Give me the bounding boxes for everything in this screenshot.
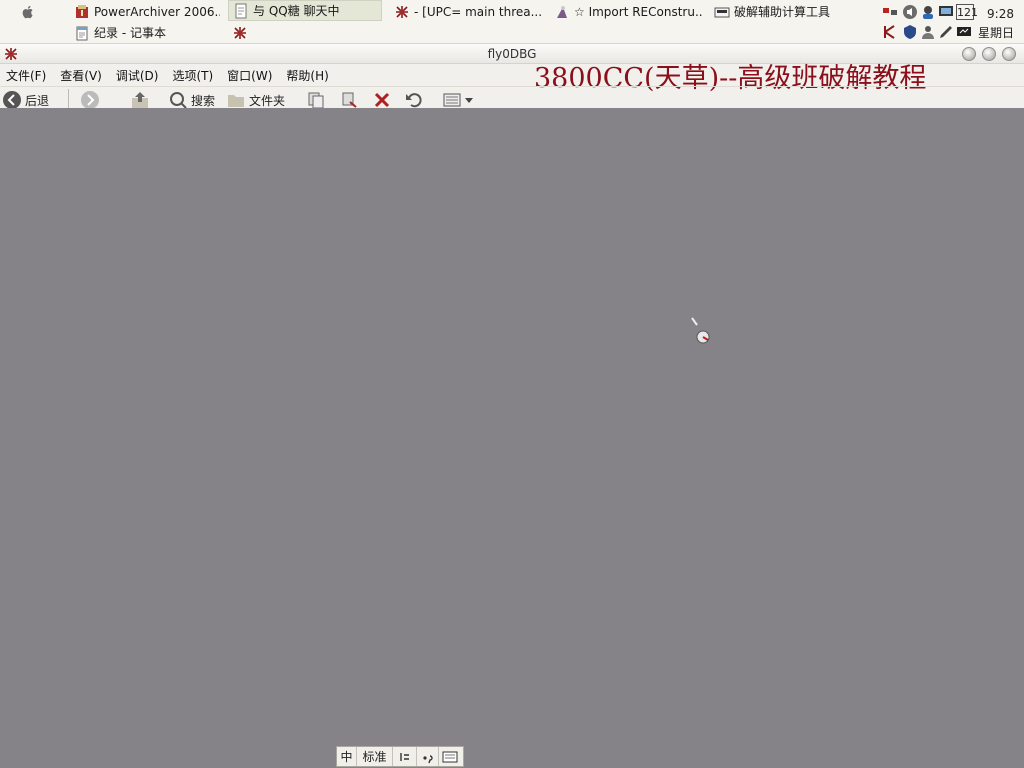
menu-view[interactable]: 查看(V) — [60, 67, 102, 84]
top-taskbar: PowerArchiver 2006... 与 QQ糖 聊天中 - [UPC= … — [0, 0, 1024, 44]
ime-width-toggle[interactable] — [393, 747, 417, 766]
ime-mode[interactable]: 标准 — [357, 747, 393, 766]
chevron-down-icon — [465, 98, 473, 103]
archive-icon — [76, 4, 88, 18]
chat-window-icon — [235, 3, 247, 18]
back-button[interactable]: 后退 — [2, 89, 49, 108]
menu-file[interactable]: 文件(F) — [6, 67, 46, 84]
user-icon[interactable] — [920, 24, 936, 40]
up-button[interactable] — [130, 89, 153, 108]
views-button[interactable] — [442, 89, 473, 108]
close-button[interactable] — [1002, 47, 1016, 61]
network-icon[interactable] — [882, 4, 898, 20]
move-to-button[interactable] — [340, 89, 363, 108]
copy-to-button[interactable] — [306, 89, 329, 108]
forward-button[interactable] — [80, 89, 103, 108]
task-label: ☆ Import REConstru... — [574, 4, 702, 19]
shield-icon[interactable] — [902, 24, 918, 40]
move-to-icon — [342, 92, 357, 108]
minimize-button[interactable] — [962, 47, 976, 61]
menu-window[interactable]: 窗口(W) — [227, 67, 272, 84]
delete-icon — [374, 92, 390, 108]
up-folder-icon — [132, 92, 148, 108]
task-label: - [UPC= main threa... — [414, 4, 542, 19]
folders-button[interactable]: 文件夹 — [226, 89, 285, 108]
debugger-window: fly0DBG 文件(F) 查看(V) 调试(D) 选项(T) 窗口(W) 帮助… — [0, 44, 1024, 108]
task-debugger[interactable]: - [UPC= main threa... — [390, 1, 542, 22]
apple-menu-icon[interactable] — [20, 4, 36, 20]
task-label: 与 QQ糖 聊天中 — [253, 4, 340, 18]
tray-badge[interactable]: 121 — [956, 4, 978, 20]
task-debugger-2[interactable] — [228, 22, 382, 43]
forward-icon — [81, 91, 99, 108]
debugger-bug-icon — [234, 26, 246, 39]
messenger-icon[interactable] — [920, 4, 936, 20]
task-import-reconstructor[interactable]: ☆ Import REConstru... — [550, 1, 702, 22]
ime-keyboard-toggle[interactable] — [439, 747, 461, 766]
menu-help[interactable]: 帮助(H) — [286, 67, 328, 84]
task-qq-chat[interactable]: 与 QQ糖 聊天中 — [228, 0, 382, 21]
ime-punctuation-toggle[interactable] — [417, 747, 439, 766]
import-reconstructor-icon — [557, 5, 567, 18]
menu-options[interactable]: 选项(T) — [172, 67, 213, 84]
search-icon — [170, 92, 187, 108]
copy-to-icon — [308, 92, 324, 108]
system-tray: 121 — [882, 4, 978, 42]
punctuation-icon — [422, 754, 433, 763]
task-label: 纪录 - 记事本 — [94, 26, 166, 40]
task-notepad[interactable]: 纪录 - 记事本 — [70, 22, 220, 43]
delete-button[interactable] — [372, 89, 395, 108]
folders-icon — [228, 95, 244, 107]
toolbar-divider — [68, 89, 69, 108]
toolbar: 后退 搜索 文件夹 — [0, 86, 1024, 108]
clock-weekday: 星期日 — [977, 26, 1014, 40]
folders-label: 文件夹 — [249, 93, 286, 108]
pen-icon[interactable] — [938, 24, 954, 40]
task-label: PowerArchiver 2006... — [94, 4, 220, 19]
search-label: 搜索 — [191, 93, 216, 108]
debugger-bug-icon — [396, 5, 408, 18]
undo-icon — [406, 93, 422, 108]
maximize-button[interactable] — [982, 47, 996, 61]
search-button[interactable]: 搜索 — [168, 89, 215, 108]
menu-debug[interactable]: 调试(D) — [116, 67, 159, 84]
busy-cursor-icon — [691, 317, 710, 344]
clock[interactable]: 9:28 星期日 — [978, 5, 1014, 43]
monitor-icon[interactable] — [938, 4, 954, 20]
tool-k-icon[interactable] — [882, 24, 898, 40]
calculator-tool-icon — [714, 7, 730, 17]
back-label: 后退 — [25, 93, 50, 108]
half-width-icon — [399, 752, 409, 761]
task-calc-tool[interactable]: 破解辅助计算工具 — [710, 1, 860, 22]
back-icon — [3, 91, 21, 108]
task-powerarchiver[interactable]: PowerArchiver 2006... — [70, 1, 220, 22]
clock-time: 9:28 — [987, 7, 1014, 21]
notepad-icon — [76, 26, 88, 40]
soft-keyboard-icon — [442, 751, 458, 762]
ime-status-bar: 中 标准 — [336, 746, 464, 767]
undo-button[interactable] — [404, 89, 427, 108]
task-label: 破解辅助计算工具 — [734, 5, 831, 19]
volume-icon[interactable] — [902, 4, 918, 20]
ime-chinese-toggle[interactable]: 中 — [337, 747, 357, 766]
display-settings-icon[interactable] — [956, 24, 972, 40]
views-icon — [443, 93, 461, 107]
